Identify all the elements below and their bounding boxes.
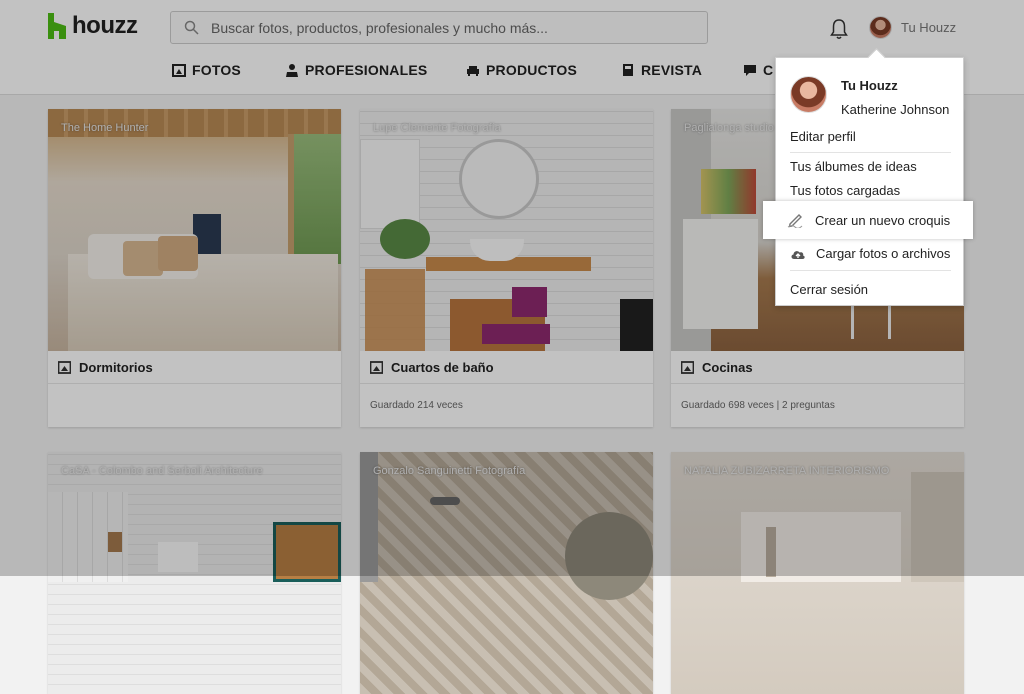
book-icon [623,64,633,76]
photo-credit: CaSA - Colombo and Serboli Architecture [61,465,263,477]
menu-item-label: Cargar fotos o archivos [816,246,951,261]
avatar [869,16,892,39]
card-meta [48,384,341,427]
photo-credit: NATALIA ZUBIZARRETA INTERIORISMO [684,465,890,477]
nav-label: PRODUCTOS [486,62,577,78]
nav-comunidad[interactable]: C [743,62,773,78]
menu-item-edit-profile[interactable]: Editar perfil [790,129,856,144]
houzz-logo-icon [48,13,66,39]
ideabook-card[interactable]: CaSA - Colombo and Serboli Architecture [48,452,341,694]
nav-label: FOTOS [192,62,241,78]
photo-credit: Gonzalo Sanguinetti Fotografía [373,465,526,477]
houzz-logo[interactable]: houzz [48,12,138,40]
nav-productos[interactable]: PRODUCTOS [466,62,577,78]
avatar-large [790,76,827,113]
pencil-sketch-icon [787,214,803,228]
card-photo[interactable]: NATALIA ZUBIZARRETA INTERIORISMO [671,452,964,694]
chat-icon [744,65,756,76]
dropdown-profile[interactable]: Tu Houzz Katherine Johnson [790,76,949,117]
card-meta: Guardado 214 veces [370,400,463,411]
divider [790,152,951,153]
menu-item-upload[interactable]: Cargar fotos o archivos [790,246,950,261]
card-photo[interactable]: Gonzalo Sanguinetti Fotografía [360,452,653,694]
menu-item-ideabooks[interactable]: Tus álbumes de ideas [790,159,917,174]
menu-item-create-sketch[interactable]: Crear un nuevo croquis [763,201,973,239]
person-icon [286,64,298,77]
card-photo[interactable]: The Home Hunter [48,109,341,351]
user-menu-button[interactable]: Tu Houzz [869,16,956,39]
dropdown-user-title: Tu Houzz [841,78,898,93]
photo-credit: Lupe Clemente Fotografía [373,122,501,134]
sofa-icon [467,66,479,76]
ideabook-card[interactable]: Gonzalo Sanguinetti Fotografía [360,452,653,694]
search-input[interactable] [211,19,691,36]
card-title[interactable]: Dormitorios [48,351,341,384]
photo-icon [172,64,186,77]
card-title[interactable]: Cuartos de baño [360,351,653,384]
cloud-upload-icon [791,250,805,259]
ideabook-icon [681,360,694,374]
logo-text: houzz [72,12,138,39]
menu-item-logout[interactable]: Cerrar sesión [790,282,868,297]
menu-item-uploaded-photos[interactable]: Tus fotos cargadas [790,183,900,198]
card-title-text: Cocinas [702,359,753,375]
nav-label: PROFESIONALES [305,62,428,78]
card-meta: Guardado 698 veces | 2 preguntas [681,400,835,411]
card-photo[interactable]: Lupe Clemente Fotografía [360,109,653,351]
menu-item-label: Crear un nuevo croquis [815,212,951,228]
nav-label: C [763,62,774,78]
search-icon [171,11,211,44]
card-title-text: Dormitorios [79,359,153,375]
card-title-text: Cuartos de baño [391,359,494,375]
nav-fotos[interactable]: FOTOS [172,62,241,78]
nav-profesionales[interactable]: PROFESIONALES [285,62,427,78]
ideabook-card[interactable]: NATALIA ZUBIZARRETA INTERIORISMO [671,452,964,694]
nav-label: REVISTA [641,62,703,78]
card-photo[interactable]: CaSA - Colombo and Serboli Architecture [48,452,341,694]
card-title[interactable]: Cocinas [671,351,964,384]
nav-revista[interactable]: REVISTA [621,62,702,78]
divider [790,270,951,271]
user-label: Tu Houzz [901,20,957,35]
user-dropdown-menu: Tu Houzz Katherine Johnson Editar perfil… [775,57,964,306]
photo-credit: Paglialonga studio [684,122,774,134]
photo-credit: The Home Hunter [61,122,149,134]
ideabook-card-dormitorios[interactable]: The Home Hunter Dormitorios [48,109,341,427]
ideabook-card-banos[interactable]: Lupe Clemente Fotografía Cuartos de baño… [360,109,653,427]
dropdown-full-name: Katherine Johnson [841,102,950,117]
ideabook-icon [370,360,383,374]
search-bar[interactable] [170,11,708,44]
ideabook-icon [58,360,71,374]
bell-icon[interactable] [829,18,849,40]
